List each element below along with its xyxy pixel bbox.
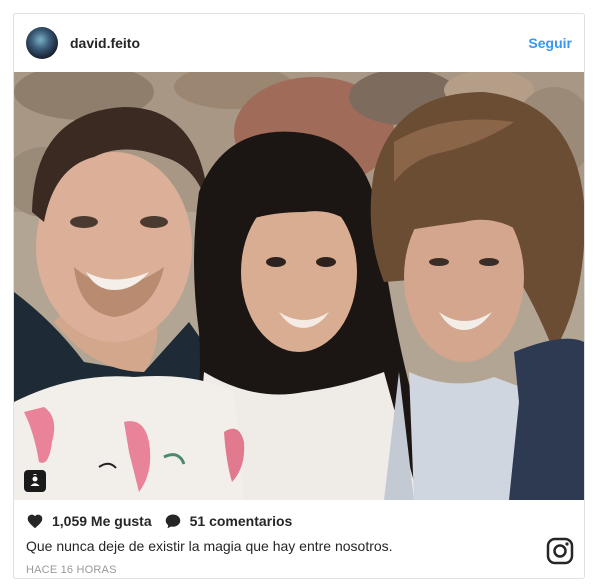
comments-count: 51 comentarios <box>189 513 293 529</box>
avatar[interactable] <box>26 27 58 59</box>
post-meta: 1,059 Me gusta 51 comentarios Que nunca … <box>14 500 584 576</box>
post-photo[interactable] <box>14 72 584 500</box>
comment-bubble-icon[interactable] <box>164 513 182 529</box>
post-stats: 1,059 Me gusta 51 comentarios <box>26 510 572 532</box>
heart-icon[interactable] <box>26 513 44 529</box>
photo-illustration <box>14 72 584 500</box>
username[interactable]: david.feito <box>70 35 140 51</box>
follow-button[interactable]: Seguir <box>528 35 572 51</box>
comments-stat[interactable]: 51 comentarios <box>164 513 293 529</box>
instagram-icon[interactable] <box>546 537 574 570</box>
likes-stat[interactable]: 1,059 Me gusta <box>26 513 152 529</box>
post-timestamp: HACE 16 HORAS <box>26 564 117 576</box>
post-header: david.feito Seguir <box>14 14 584 72</box>
likes-count: 1,059 Me gusta <box>52 513 152 529</box>
tagged-user-icon[interactable] <box>24 470 46 492</box>
post-caption: Que nunca deje de existir la magia que h… <box>26 538 393 554</box>
instagram-embed-card: david.feito Seguir 1,059 Me gusta 51 com… <box>13 13 585 579</box>
